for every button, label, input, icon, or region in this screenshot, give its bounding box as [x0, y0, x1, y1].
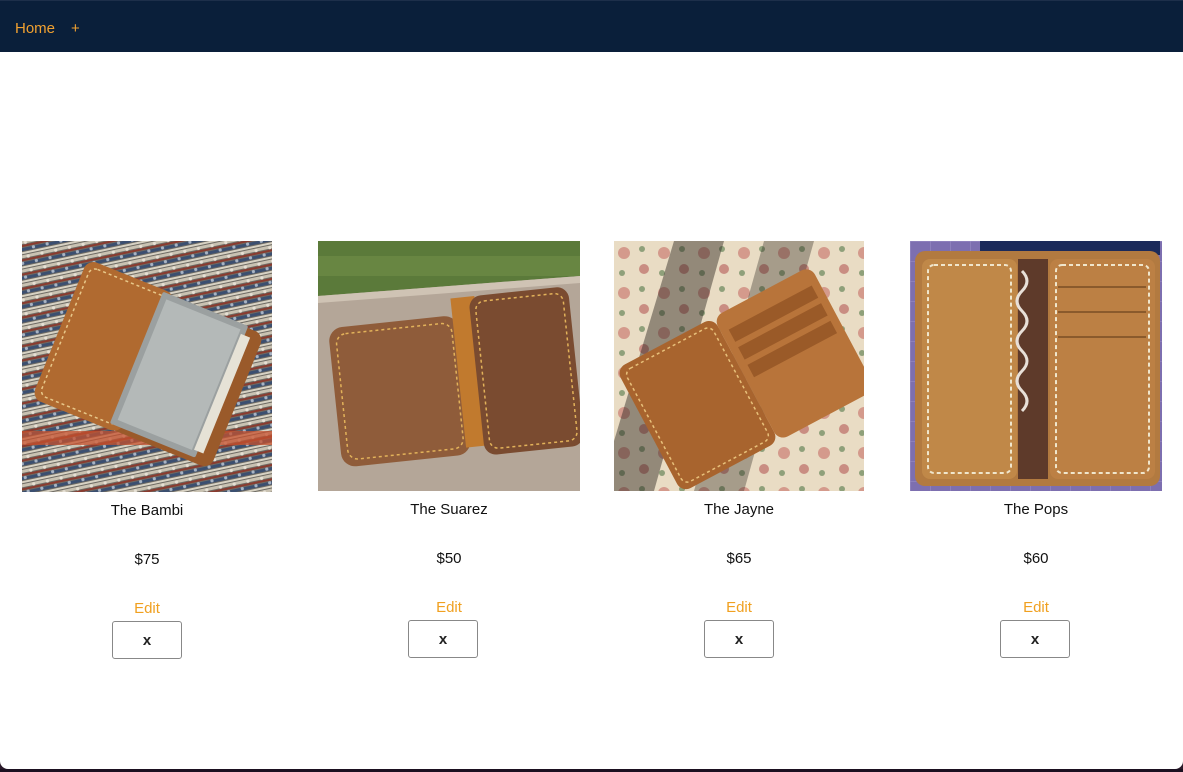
- product-card: The Jayne $65 Edit x: [614, 241, 864, 658]
- nav-add-link[interactable]: +: [71, 20, 80, 37]
- product-price: $50: [436, 550, 462, 567]
- product-name: The Pops: [1003, 501, 1069, 518]
- product-photo: [22, 241, 272, 492]
- edit-link[interactable]: Edit: [318, 599, 580, 616]
- product-photo: [318, 241, 580, 491]
- product-name: The Bambi: [110, 502, 184, 519]
- product-card: The Pops $60 Edit x: [910, 241, 1162, 658]
- product-name: The Jayne: [703, 501, 775, 518]
- product-price: $65: [726, 550, 752, 567]
- edit-link[interactable]: Edit: [22, 600, 272, 617]
- delete-button[interactable]: x: [408, 620, 478, 658]
- product-price: $75: [134, 551, 160, 568]
- delete-button[interactable]: x: [704, 620, 774, 658]
- product-photo: [910, 241, 1162, 491]
- edit-link[interactable]: Edit: [910, 599, 1162, 616]
- delete-button[interactable]: x: [1000, 620, 1070, 658]
- delete-button[interactable]: x: [112, 621, 182, 659]
- top-navbar: Home +: [0, 0, 1183, 52]
- product-card: The Bambi $75 Edit x: [22, 241, 272, 659]
- product-price: $60: [1023, 550, 1049, 567]
- nav-home-link[interactable]: Home: [15, 20, 55, 37]
- product-name: The Suarez: [410, 501, 488, 518]
- page: Home + The Bambi $75 Edit x The Suarez $…: [0, 0, 1183, 769]
- edit-link[interactable]: Edit: [614, 599, 864, 616]
- product-photo: [614, 241, 864, 491]
- product-card: The Suarez $50 Edit x: [318, 241, 580, 658]
